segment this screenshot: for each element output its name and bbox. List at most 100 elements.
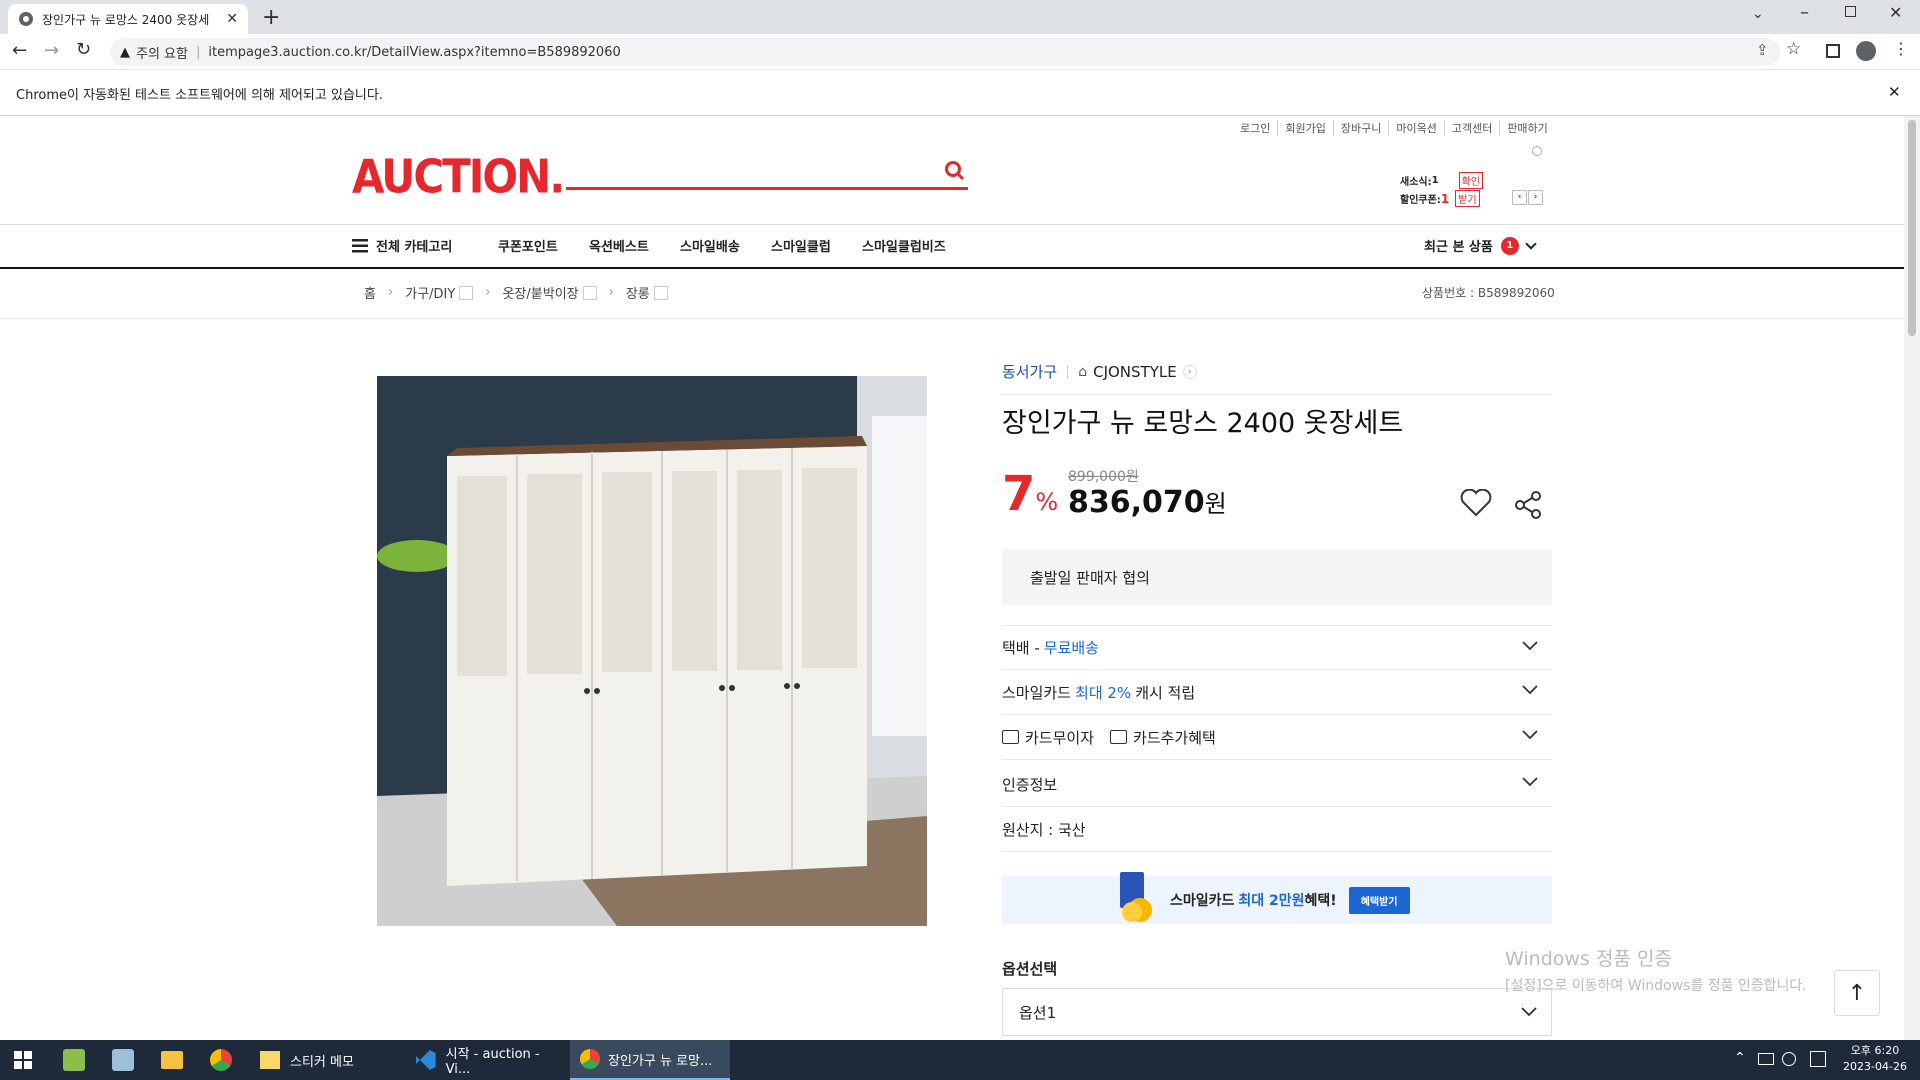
seller-link[interactable]: 동서가구	[1002, 361, 1057, 382]
windows-watermark: Windows 정품 인증 [설정]으로 이동하여 Windows를 정품 인증…	[1505, 944, 1807, 995]
browser-tab[interactable]: 장인가구 뉴 로망스 2400 옷장세 ✕	[8, 4, 248, 34]
util-link-sell[interactable]: 판매하기	[1499, 120, 1554, 136]
share-icon[interactable]	[1514, 490, 1544, 520]
forward-icon[interactable]: →	[44, 40, 59, 61]
crumb-wardrobe[interactable]: 옷장/붙박이장	[502, 283, 578, 302]
scrollbar-thumb[interactable]	[1908, 120, 1916, 336]
delivery-label: 택배 -	[1002, 639, 1040, 657]
bookmark-star-icon[interactable]: ☆	[1786, 39, 1801, 59]
original-price: 899,000원	[1068, 469, 1139, 485]
nav-coupon-point[interactable]: 쿠폰포인트	[498, 236, 558, 255]
coupon-widget: 할인쿠폰: 1 받기	[1400, 190, 1480, 207]
taskbar-label: 장인가구 뉴 로망...	[608, 1053, 713, 1069]
maps-icon[interactable]	[63, 1049, 85, 1071]
store-arrow-icon[interactable]: ›	[1182, 364, 1197, 379]
page-scrollbar[interactable]	[1904, 116, 1920, 1040]
new-tab-button[interactable]: +	[262, 5, 280, 30]
banner-button[interactable]: 혜택받기	[1348, 886, 1410, 914]
smilecard-banner-icon	[1118, 872, 1158, 924]
search-icon[interactable]	[944, 160, 966, 182]
taskbar-sticky-notes[interactable]: 스티커 메모	[252, 1040, 402, 1080]
prev-arrow-icon[interactable]: ‹	[1512, 190, 1527, 205]
nav-smile-club[interactable]: 스마일클럽	[771, 236, 831, 255]
search-input[interactable]	[566, 156, 968, 190]
scroll-top-button[interactable]: ↑	[1834, 970, 1880, 1016]
file-explorer-icon[interactable]	[161, 1051, 183, 1069]
delivery-row[interactable]: 택배 - 무료배송	[1002, 625, 1552, 670]
windows-start-icon[interactable]	[14, 1051, 32, 1069]
hamburger-icon[interactable]	[352, 239, 368, 253]
menu-icon[interactable]: ⋮	[1893, 39, 1909, 58]
minimize-button[interactable]: –	[1800, 2, 1809, 23]
certification-row[interactable]: 인증정보	[1002, 762, 1552, 807]
product-image[interactable]	[377, 376, 927, 926]
recent-items-button[interactable]: 최근 본 상품 1	[1424, 236, 1537, 255]
clock-date: 2023-04-26	[1843, 1060, 1907, 1073]
crumb-furniture[interactable]: 가구/DIY	[405, 283, 455, 302]
clock[interactable]: 오후 6:20 2023-04-26	[1840, 1043, 1910, 1075]
back-icon[interactable]: ←	[12, 40, 27, 61]
tray-chevron-up-icon[interactable]: ⌃	[1734, 1050, 1746, 1066]
nav-smile-delivery[interactable]: 스마일배송	[680, 236, 740, 255]
crumb-closet[interactable]: 장롱	[626, 283, 650, 302]
crumb-dropdown-icon[interactable]	[653, 285, 668, 300]
network-icon[interactable]	[1758, 1053, 1774, 1065]
card-benefit-icon	[1110, 730, 1128, 744]
crumb-dropdown-icon[interactable]	[582, 285, 597, 300]
delivery-value: 무료배송	[1043, 639, 1099, 657]
chrome-icon[interactable]	[210, 1049, 232, 1071]
auction-logo[interactable]: AUCTION.	[352, 150, 565, 204]
util-link-login[interactable]: 로그인	[1233, 120, 1277, 136]
page-content: 로그인 회원가입 장바구니 마이옥션 고객센터 판매하기 AUCTION. 새소…	[0, 116, 1904, 1040]
nav-auction-best[interactable]: 옥션베스트	[589, 236, 649, 255]
smilecard-banner[interactable]: 스마일카드 최대 2만원 혜택! 혜택받기	[1002, 872, 1552, 924]
infobar-close-icon[interactable]: ✕	[1888, 83, 1901, 101]
taskbar-label: 시작 - auction - Vi...	[445, 1047, 540, 1077]
taskbar-vscode[interactable]: 시작 - auction - Vi...	[406, 1040, 566, 1080]
crumb-home[interactable]: 홈	[364, 283, 376, 302]
chrome-icon	[580, 1049, 600, 1069]
ime-icon[interactable]	[1810, 1051, 1826, 1067]
store-home-icon: ⌂	[1078, 363, 1088, 380]
crumb-separator-icon: ›	[608, 285, 614, 300]
restore-button[interactable]	[1845, 6, 1856, 17]
heart-icon[interactable]	[1460, 489, 1492, 517]
close-window-button[interactable]: ✕	[1889, 3, 1902, 22]
address-bar[interactable]: ▲ 주의 요함 | itempage3.auction.co.kr/Detail…	[110, 38, 1780, 66]
profile-icon[interactable]	[1856, 41, 1876, 61]
vscode-icon	[416, 1050, 436, 1070]
card-benefit-row[interactable]: 카드무이자 카드추가혜택	[1002, 715, 1552, 760]
util-link-join[interactable]: 회원가입	[1277, 120, 1332, 136]
next-arrow-icon[interactable]: ›	[1528, 190, 1543, 205]
coupon-get-button[interactable]: 받기	[1455, 190, 1480, 207]
option-select[interactable]: 옵션1	[1002, 988, 1552, 1036]
item-number: 상품번호 : B589892060	[1422, 286, 1555, 300]
news-check-button[interactable]: 확인	[1458, 172, 1483, 189]
store-link[interactable]: CJONSTYLE	[1093, 363, 1177, 381]
volume-icon[interactable]	[1782, 1052, 1796, 1066]
watermark-line1: Windows 정품 인증	[1505, 948, 1672, 970]
util-link-cart[interactable]: 장바구니	[1332, 120, 1388, 136]
reload-icon[interactable]: ↻	[76, 39, 91, 60]
chevron-down-icon	[1525, 237, 1537, 250]
util-link-support[interactable]: 고객센터	[1443, 120, 1499, 136]
util-link-myauction[interactable]: 마이옥션	[1388, 120, 1443, 136]
side-panel-icon[interactable]	[1826, 44, 1840, 58]
banner-prefix: 스마일카드	[1170, 893, 1235, 909]
chevron-down-icon	[1522, 685, 1538, 695]
app-icon[interactable]	[112, 1049, 134, 1071]
security-label: 주의 요함	[136, 46, 188, 62]
taskbar-chrome-window[interactable]: 장인가구 뉴 로망...	[570, 1040, 730, 1080]
card-installment-label: 카드무이자	[1025, 728, 1095, 747]
tab-close-icon[interactable]: ✕	[226, 11, 238, 27]
info-icon[interactable]	[1532, 146, 1542, 156]
smilecard-row[interactable]: 스마일카드 최대 2% 캐시 적립	[1002, 670, 1552, 715]
nav-label: 스마일클럽	[771, 240, 831, 255]
news-count: 1	[1431, 175, 1439, 186]
crumb-dropdown-icon[interactable]	[459, 285, 474, 300]
nav-smile-club-biz[interactable]: 스마일클럽비즈	[862, 236, 946, 255]
share-icon[interactable]: ⇪	[1756, 41, 1769, 59]
tab-search-icon[interactable]: ⌄	[1752, 6, 1764, 22]
price-unit: 원	[1204, 490, 1227, 518]
all-category-button[interactable]: 전체 카테고리	[376, 236, 452, 255]
